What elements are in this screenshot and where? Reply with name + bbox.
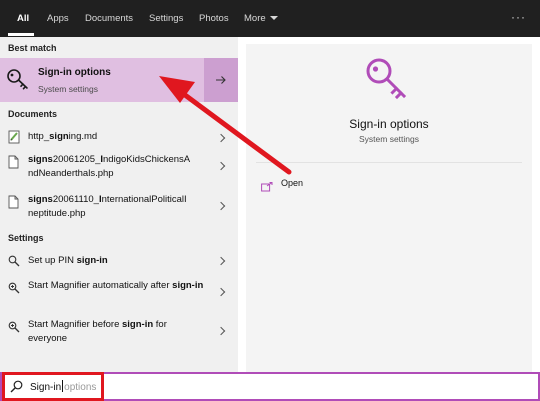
chevron-right-icon	[216, 256, 226, 266]
settings-item-label: Start Magnifier before sign-in for every…	[28, 319, 167, 344]
tab-documents[interactable]: Documents	[85, 0, 133, 37]
best-match-title: Sign-in options	[38, 67, 111, 78]
best-match-subtitle: System settings	[38, 84, 98, 94]
document-item-signs20061110[interactable]: signs20061110_InternationalPoliticalI ne…	[0, 192, 238, 224]
more-options-button[interactable]: ···	[511, 0, 526, 35]
magnifier-icon	[8, 281, 20, 299]
open-icon	[261, 179, 273, 197]
document-item-http-signing[interactable]: http_signing.md	[0, 126, 238, 148]
results-pane: Best match Sign-in options System settin…	[0, 37, 238, 372]
open-label: Open	[281, 178, 304, 188]
arrow-right-icon	[216, 76, 226, 84]
preview-subtitle: System settings	[359, 134, 419, 144]
tab-settings[interactable]: Settings	[149, 0, 183, 37]
document-item-signs20061205[interactable]: signs20061205_IndigoKidsChickensA ndNean…	[0, 152, 238, 184]
tab-all[interactable]: All	[17, 0, 29, 37]
chevron-right-icon	[216, 133, 226, 143]
settings-item-set-up-pin[interactable]: Set up PIN sign-in	[0, 251, 238, 271]
open-preview-button[interactable]	[204, 58, 238, 102]
document-name: signs20061205_IndigoKidsChickensA ndNean…	[28, 154, 190, 179]
key-icon	[364, 56, 414, 111]
tab-photos[interactable]: Photos	[199, 0, 229, 37]
tab-more-label: More	[244, 13, 266, 24]
divider	[256, 162, 522, 163]
key-icon	[6, 68, 32, 97]
section-label-best-match: Best match	[8, 43, 57, 53]
best-match-item[interactable]: Sign-in options System settings	[0, 58, 203, 102]
markdown-file-icon	[8, 130, 20, 149]
settings-item-magnifier-before[interactable]: Start Magnifier before sign-in for every…	[0, 317, 238, 349]
best-match-result[interactable]: Sign-in options System settings	[0, 58, 238, 102]
tab-apps[interactable]: Apps	[47, 0, 69, 37]
settings-item-label: Set up PIN sign-in	[28, 255, 108, 266]
file-icon	[8, 155, 19, 174]
chevron-down-icon	[269, 16, 278, 20]
tab-more[interactable]: More	[244, 0, 278, 37]
preview-title: Sign-in options	[349, 117, 429, 131]
document-name: signs20061110_InternationalPoliticalI ne…	[28, 194, 187, 219]
section-label-settings: Settings	[8, 233, 44, 243]
chevron-right-icon	[216, 326, 226, 336]
settings-item-magnifier-after[interactable]: Start Magnifier automatically after sign…	[0, 278, 238, 310]
preview-pane: Sign-in options System settings Open	[246, 44, 532, 372]
chevron-right-icon	[216, 161, 226, 171]
document-name: http_signing.md	[28, 131, 98, 142]
search-settings-icon	[8, 254, 20, 272]
active-tab-indicator	[8, 33, 34, 36]
settings-item-label: Start Magnifier automatically after sign…	[28, 280, 204, 291]
search-filter-tabs: All Apps Documents Settings Photos More …	[0, 0, 540, 37]
annotation-highlight-box	[2, 372, 104, 401]
file-icon	[8, 195, 19, 214]
chevron-right-icon	[216, 201, 226, 211]
magnifier-icon	[8, 320, 20, 338]
section-label-documents: Documents	[8, 109, 58, 119]
chevron-right-icon	[216, 287, 226, 297]
